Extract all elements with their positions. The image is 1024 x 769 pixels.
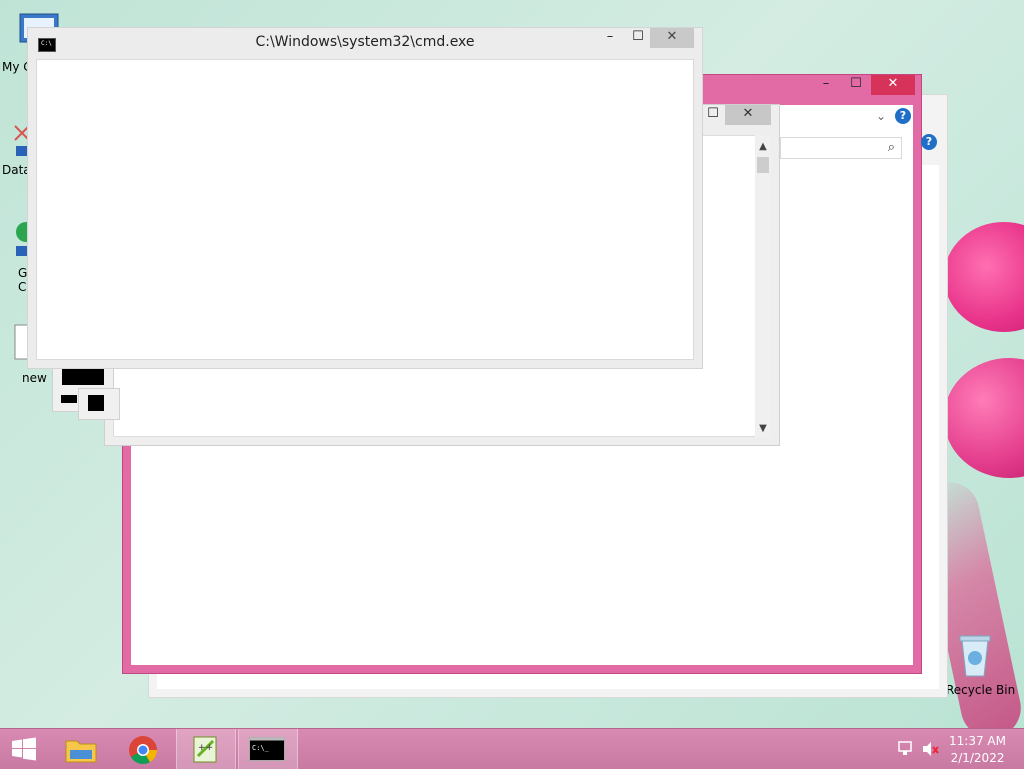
close-button[interactable]: ✕ [871,75,915,95]
minimize-button[interactable]: – [598,28,622,48]
chevron-down-icon[interactable]: ⌄ [876,109,886,123]
help-icon[interactable]: ? [921,134,937,150]
maximize-button[interactable]: ☐ [841,75,871,95]
taskbar-notepad-plus-plus[interactable]: ++ [176,729,236,769]
console-area[interactable] [36,59,694,360]
network-icon[interactable] [898,741,916,757]
windows-logo-icon [12,737,36,761]
maximize-icon: ☐ [632,29,644,44]
desktop-icon-label: G C [18,266,28,294]
maximize-button[interactable]: ☐ [626,28,650,48]
glitch-block [62,369,104,385]
close-icon: ✕ [666,29,678,44]
maximize-icon: ☐ [707,106,719,121]
recycle-bin-icon [959,635,991,677]
clock-time: 11:37 AM [949,734,1006,748]
close-button[interactable]: ✕ [725,105,771,125]
svg-text:++: ++ [198,743,213,753]
start-button[interactable] [0,729,48,769]
taskbar-chrome[interactable] [114,729,172,769]
folder-icon [65,740,97,763]
search-icon: ⌕ [887,140,895,155]
minimize-icon: – [822,76,830,91]
scroll-down-icon[interactable]: ▼ [755,421,771,437]
close-icon: ✕ [887,76,899,91]
cmd-window[interactable]: C:\ C:\Windows\system32\cmd.exe – ☐ ✕ [27,27,703,369]
flower-decoration [944,358,1024,478]
taskbar: ++ C:\_ 11:37 AM 2/1/2022 [0,728,1024,769]
glitch-block [61,395,77,403]
clock-date: 2/1/2022 [950,751,1005,765]
taskbar-cmd[interactable]: C:\_ [238,729,298,769]
chrome-icon [129,736,157,764]
scroll-thumb[interactable] [757,157,769,173]
desktop-icon-label: Recycle Bin [946,683,1016,697]
system-clock[interactable]: 11:37 AM 2/1/2022 [949,733,1006,767]
maximize-icon: ☐ [850,76,862,91]
minimize-button[interactable]: – [811,75,841,95]
volume-muted-icon[interactable] [922,741,940,757]
maximize-button[interactable]: ☐ [701,105,725,125]
cmd-icon: C:\_ [249,737,285,761]
glitch-block [88,395,104,411]
search-input[interactable]: ⌕ [780,137,902,159]
notepad-plus-plus-icon: ++ [193,736,217,763]
minimize-icon: – [606,29,614,44]
help-icon[interactable]: ? [895,108,911,124]
vertical-scrollbar[interactable]: ▲ ▼ [755,135,771,437]
flower-decoration [944,222,1024,332]
scroll-up-icon[interactable]: ▲ [755,139,771,155]
taskbar-file-explorer[interactable] [52,729,110,769]
desktop: My C Data G C new 1 Recycle Bin – ☐ ✕ ⌄ … [0,0,1024,728]
svg-text:C:\_: C:\_ [252,744,270,752]
close-button[interactable]: ✕ [650,28,694,48]
close-icon: ✕ [742,106,754,121]
